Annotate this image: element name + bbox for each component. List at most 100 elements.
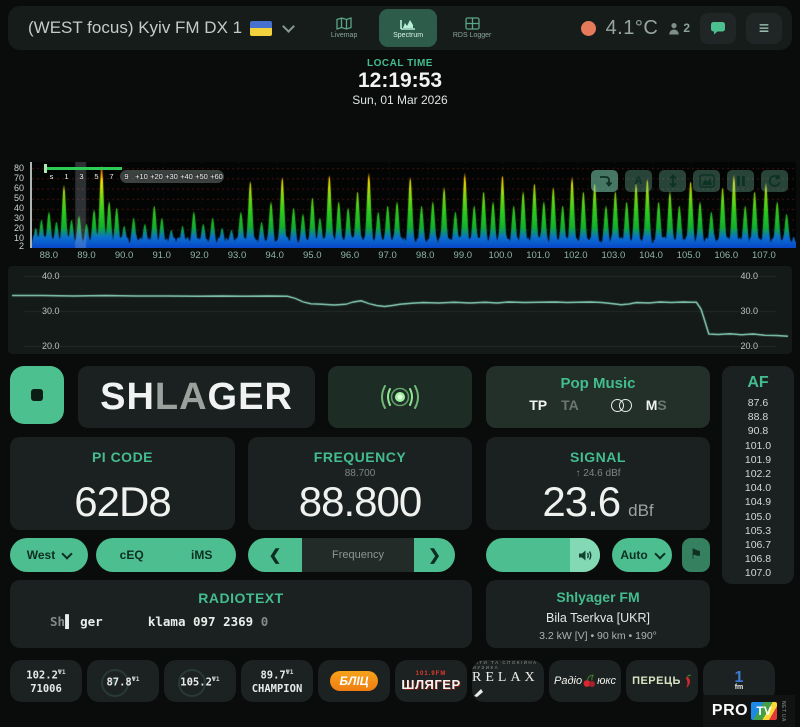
x-tick: 107.0 <box>752 250 776 261</box>
audio-stop-button[interactable] <box>10 366 64 424</box>
preset-102-2[interactable]: 102.2Ψ1 71006 <box>10 660 82 702</box>
map-icon <box>336 17 352 30</box>
spectrum-plot[interactable]: s 1 3 5 7 9 +10 +20 +30 +40 +50 +60 A <box>30 162 796 248</box>
tab-spectrum[interactable]: Spectrum <box>379 9 438 47</box>
x-tick: 105.0 <box>676 250 701 261</box>
frequency-down-button[interactable]: ❮ <box>248 538 302 572</box>
ukraine-flag-icon <box>250 20 273 36</box>
tab-livemap[interactable]: Livemap <box>315 9 373 47</box>
auto-scale-button[interactable]: A <box>625 170 652 192</box>
af-label: AF <box>747 374 769 391</box>
flag-button[interactable]: ⚑ <box>682 538 710 572</box>
y-tick: 40 <box>13 203 24 213</box>
spectrum-scale-slider[interactable]: s 1 3 5 7 9 +10 +20 +30 +40 +50 +60 <box>44 164 234 187</box>
slider-labels: s 1 3 5 7 9 +10 +20 +30 +40 +50 +60 <box>44 172 224 181</box>
preset-89-7[interactable]: 89.7Ψ1 CHAMPION <box>241 660 313 702</box>
flag-icon: ⚑ <box>689 547 703 563</box>
antenna-select[interactable]: West <box>10 538 88 572</box>
af-item[interactable]: 105.0 <box>722 510 794 524</box>
x-tick: 106.0 <box>714 250 739 261</box>
signal-history-canvas <box>8 266 792 354</box>
af-item[interactable]: 101.0 <box>722 439 794 453</box>
af-item[interactable]: 87.6 <box>722 396 794 410</box>
af-item[interactable]: 107.0 <box>722 566 794 580</box>
station-info-panel[interactable]: Shlyager FM Bila Tserkva [UKR] 3.2 kW [V… <box>486 580 710 648</box>
ps-name-panel: SHLAGER <box>78 366 315 428</box>
eq-label[interactable]: cEQ <box>120 548 144 562</box>
y-tick: 30 <box>13 213 24 223</box>
vertical-scale-button[interactable] <box>659 170 686 192</box>
slider-label: 1 <box>64 172 69 181</box>
cherries-icon <box>583 674 596 687</box>
preset-lux[interactable]: Радіо юкс <box>549 660 621 702</box>
temperature-value: 4.1°C <box>605 16 659 39</box>
pause-button[interactable] <box>727 170 754 192</box>
x-tick: 93.0 <box>227 250 247 261</box>
preset-blits[interactable]: БЛІЦ <box>318 660 390 702</box>
one-fm-logo: 1 <box>734 668 744 686</box>
ims-label[interactable]: iMS <box>191 548 212 562</box>
graph-style-button[interactable] <box>693 170 720 192</box>
af-item[interactable]: 88.8 <box>722 410 794 424</box>
ps-name: SHLAGER <box>100 375 293 418</box>
af-item[interactable]: 104.9 <box>722 495 794 509</box>
station-details: 3.2 kW [V] • 90 km • 190° <box>539 630 657 642</box>
signal-panel: SIGNAL ↑ 24.6 dBf 23.6 dBf <box>486 437 710 530</box>
af-item[interactable]: 105.3 <box>722 524 794 538</box>
local-time-label: LOCAL TIME <box>367 58 433 69</box>
chat-bubble-icon <box>711 22 725 35</box>
tab-rds-logger[interactable]: RDS Logger <box>443 9 501 47</box>
listener-counter: 2 <box>668 21 690 35</box>
af-item[interactable]: 102.2 <box>722 467 794 481</box>
preset-perets[interactable]: ПЕРЕЦЬ <box>626 660 698 702</box>
station-name: Shlyager FM <box>556 589 640 605</box>
antenna-icon: Ψ1 <box>211 674 220 683</box>
x-tick: 97.0 <box>378 250 397 261</box>
slider-label: 9 <box>124 172 129 181</box>
x-tick: 96.0 <box>340 250 360 261</box>
eq-ims-toggle[interactable]: cEQ iMS <box>96 538 236 572</box>
slider-label: +30 <box>165 172 178 181</box>
fm-dx-app: (WEST focus) Kyiv FM DX 1 Livemap Spectr… <box>0 0 800 727</box>
signal-unit: dBf <box>628 501 654 520</box>
af-item[interactable]: 101.9 <box>722 453 794 467</box>
frequency-value[interactable]: 88.800 <box>248 479 472 524</box>
user-icon <box>669 22 680 34</box>
mode-select[interactable]: Auto <box>612 538 672 572</box>
loop-arrow-button[interactable] <box>591 170 618 192</box>
frequency-up-button[interactable]: ❯ <box>414 538 455 572</box>
volume-slider[interactable] <box>486 538 600 572</box>
radiotext-panel: RADIOTEXT Sh▌ ger klama 097 2369 0 <box>10 580 472 648</box>
preset-relax[interactable]: ХІТИ ТА СПОКІЙНА МУЗИКА RELAX <box>472 660 544 702</box>
slider-label: +40 <box>180 172 193 181</box>
af-item[interactable]: 106.8 <box>722 552 794 566</box>
refresh-icon <box>768 174 780 187</box>
af-item[interactable]: 106.7 <box>722 538 794 552</box>
chevron-down-icon[interactable] <box>282 19 295 33</box>
protv-net-text: NET.UA <box>780 700 787 722</box>
preset-frequency: 105.2Ψ1 <box>180 674 220 689</box>
x-tick: 104.0 <box>639 250 663 261</box>
slider-fill <box>46 167 122 170</box>
menu-button[interactable]: ≡ <box>746 12 782 44</box>
y-tick: 70 <box>13 173 24 183</box>
tx-broadcast-button[interactable] <box>328 366 472 428</box>
af-item[interactable]: 90.8 <box>722 424 794 438</box>
preset-shlyager[interactable]: 101.9FM ШЛЯГЕР <box>395 660 467 702</box>
chat-button[interactable] <box>700 12 736 44</box>
station-title[interactable]: (WEST focus) Kyiv FM DX 1 <box>28 18 242 38</box>
volume-knob[interactable] <box>570 538 600 572</box>
frequency-input[interactable]: Frequency <box>302 538 414 572</box>
x-tick: 90.0 <box>114 250 134 261</box>
refresh-button[interactable] <box>761 170 788 192</box>
antenna-icon: Ψ1 <box>57 668 66 677</box>
y-tick: 50 <box>13 193 24 203</box>
af-item[interactable]: 104.0 <box>722 481 794 495</box>
frequency-stepper: ❮ Frequency ❯ <box>248 538 455 572</box>
x-tick: 99.0 <box>453 250 473 261</box>
x-tick: 94.0 <box>265 250 284 261</box>
slider-label: +60 <box>210 172 223 181</box>
preset-87-8[interactable]: 87.8Ψ1 <box>87 660 159 702</box>
x-tick: 100.0 <box>488 250 513 261</box>
preset-105-2[interactable]: 105.2Ψ1 <box>164 660 236 702</box>
